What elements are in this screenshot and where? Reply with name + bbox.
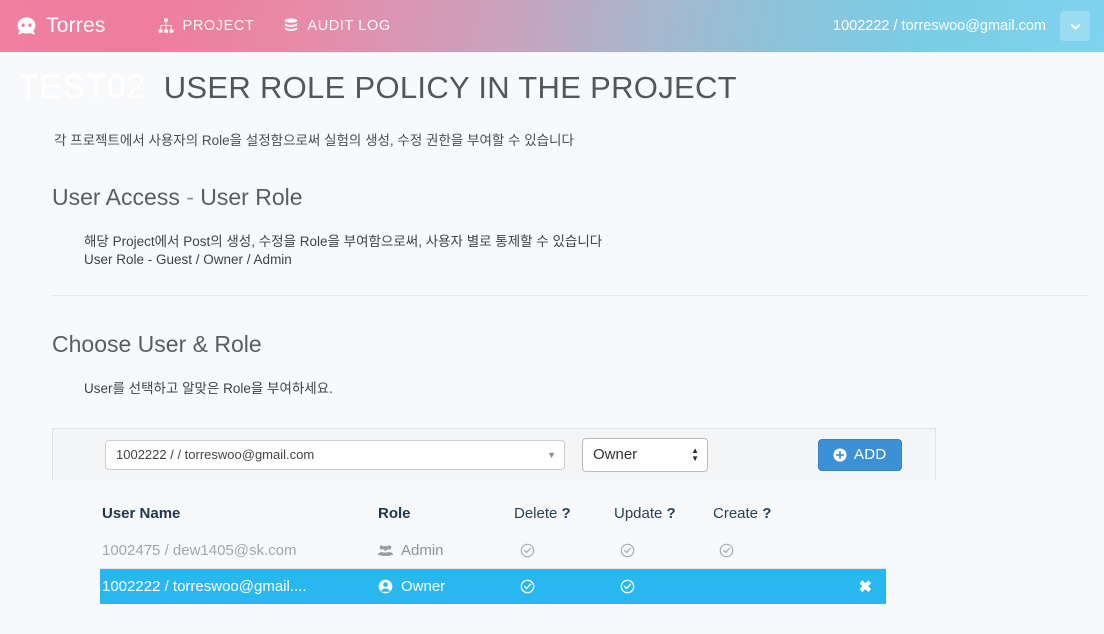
content-wrap: User Access - User Role 해당 Project에서 Pos… [0, 184, 1104, 604]
project-tag: TEST02 [18, 68, 146, 106]
cell-user-name: 1002475 / dew1405@sk.com [102, 541, 297, 559]
help-icon-update[interactable]: ? [667, 505, 676, 522]
cell-role-label: Owner [401, 578, 446, 595]
nav-links: PROJECT AUDIT LOG [158, 18, 391, 34]
cell-delete-permission[interactable] [514, 543, 614, 558]
column-header-delete: Delete ? [514, 505, 614, 522]
nav-user-dropdown-toggle[interactable] [1060, 11, 1090, 41]
cell-role: Owner [378, 578, 514, 595]
nav-right-group: 1002222 / torreswoo@gmail.com [819, 11, 1090, 41]
nav-item-audit-log[interactable]: AUDIT LOG [284, 18, 390, 34]
nav-item-project[interactable]: PROJECT [158, 18, 255, 34]
brand-logo[interactable]: Torres [16, 14, 106, 38]
octoface-icon [16, 16, 37, 37]
page-header: TEST02 USER ROLE POLICY IN THE PROJECT [0, 52, 1104, 107]
check-circle-icon [620, 543, 713, 558]
section-body-user-access: 해당 Project에서 Post의 생성, 수정을 Role을 부여함으로써,… [84, 233, 1104, 269]
section-title-dash: - [186, 184, 194, 210]
database-icon [284, 18, 298, 34]
check-circle-icon [520, 579, 614, 594]
plus-circle-icon [833, 447, 847, 462]
add-button[interactable]: ADD [818, 438, 902, 471]
table-header-row: User Name Role Delete ? Update ? Create … [100, 494, 886, 532]
cell-update-permission[interactable] [614, 543, 713, 558]
top-navbar: Torres PROJECT AUDIT LOG 1002222 / torre… [0, 0, 1104, 52]
section-body-choose-user-role: User를 선택하고 알맞은 Role을 부여하세요. [84, 381, 333, 396]
check-circle-icon [719, 543, 813, 558]
cell-update-permission[interactable] [614, 579, 713, 594]
section-body-line-2: User Role - Guest / Owner / Admin [84, 252, 292, 267]
users-icon [378, 544, 393, 557]
column-header-update: Update ? [614, 505, 713, 522]
spinner-icon: ▲ ▼ [691, 445, 699, 463]
cell-role-label: Admin [401, 541, 444, 559]
caret-down-icon: ▼ [547, 449, 556, 460]
cell-role: Admin [378, 542, 514, 559]
column-header-delete-label: Delete [514, 504, 558, 522]
check-circle-icon [520, 543, 614, 558]
user-select-value: 1002222 / / torreswoo@gmail.com [116, 447, 315, 462]
section-title-sub: User Role [200, 184, 303, 210]
add-button-label: ADD [854, 446, 887, 463]
assign-role-form: 1002222 / / torreswoo@gmail.com ▼ Owner … [52, 428, 936, 480]
nav-item-project-label: PROJECT [182, 18, 255, 34]
section-title-choose-user-role: Choose User & Role [52, 331, 262, 357]
column-header-update-label: Update [614, 504, 663, 522]
column-header-create-label: Create [713, 504, 759, 522]
user-select[interactable]: 1002222 / / torreswoo@gmail.com ▼ [105, 439, 565, 470]
cell-delete-permission[interactable] [514, 579, 614, 594]
page-title: USER ROLE POLICY IN THE PROJECT [163, 70, 737, 105]
table-row[interactable]: 1002222 / torreswoo@gmail.... Owner ✖ [100, 569, 886, 604]
column-header-user-name: User Name [102, 504, 181, 522]
table-row[interactable]: 1002475 / dew1405@sk.com Admin [100, 532, 886, 569]
cell-create-permission[interactable] [713, 543, 813, 558]
page-lead-text: 각 프로젝트에서 사용자의 Role을 설정함으로써 실험의 생성, 수정 권한… [54, 133, 574, 148]
section-body-line-1: 해당 Project에서 Post의 생성, 수정을 Role을 부여함으로써,… [84, 234, 603, 249]
column-header-create: Create ? [713, 505, 813, 522]
nav-item-audit-log-label: AUDIT LOG [307, 18, 391, 34]
role-select[interactable]: Owner ▲ ▼ [582, 437, 708, 472]
remove-x-icon: ✖ [858, 578, 872, 596]
user-circle-icon [378, 579, 393, 594]
brand-label: Torres [46, 14, 106, 37]
section-title-main: User Access [52, 184, 180, 210]
cell-user-name: 1002222 / torreswoo@gmail.... [102, 578, 307, 595]
help-icon-create[interactable]: ? [762, 505, 771, 522]
nav-user-label[interactable]: 1002222 / torreswoo@gmail.com [819, 12, 1060, 40]
column-header-role: Role [378, 504, 411, 522]
user-role-table: User Name Role Delete ? Update ? Create … [100, 494, 886, 604]
remove-row-button[interactable]: ✖ [813, 577, 886, 597]
sitemap-icon [158, 18, 174, 34]
chevron-down-icon [1069, 20, 1082, 33]
role-select-value: Owner [593, 446, 638, 463]
section-title-user-access: User Access - User Role [52, 184, 1104, 211]
help-icon-delete[interactable]: ? [562, 505, 571, 522]
section-divider [52, 295, 1088, 296]
check-circle-icon [620, 579, 713, 594]
